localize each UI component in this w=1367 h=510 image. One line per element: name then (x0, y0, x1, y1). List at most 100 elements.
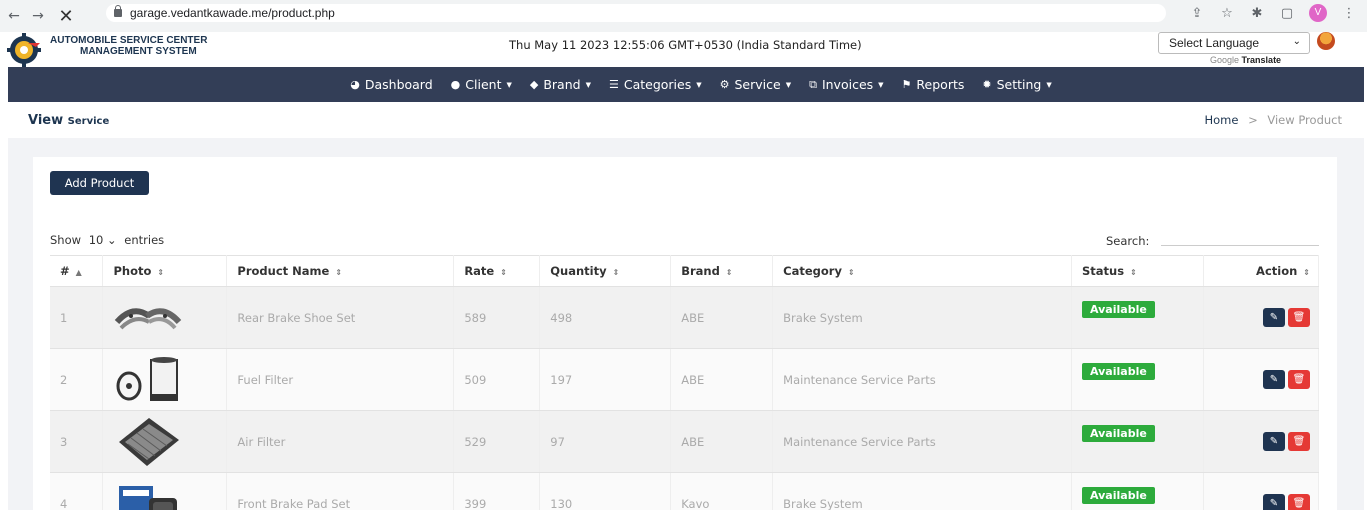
cell-brand: ABE (670, 286, 774, 349)
add-product-button[interactable]: Add Product (50, 171, 149, 195)
forward-icon[interactable]: → (28, 8, 48, 24)
sort-icon: ⇕ (335, 268, 343, 277)
trash-icon: 🗑 (1292, 374, 1306, 385)
cell-actions: ✎ 🗑 (1203, 348, 1320, 411)
main-navbar: ◕ Dashboard ● Client ▼ ◆ Brand ▼ ☰ Categ… (8, 67, 1364, 102)
logo-gear-icon (7, 33, 41, 67)
delete-button[interactable]: 🗑 (1288, 432, 1310, 451)
search-input[interactable] (1161, 232, 1319, 246)
cell-actions: ✎ 🗑 (1203, 472, 1320, 510)
star-icon[interactable]: ☆ (1219, 6, 1235, 21)
nav-categories[interactable]: ☰ Categories ▼ (609, 77, 702, 92)
nav-dashboard[interactable]: ◕ Dashboard (350, 77, 432, 92)
language-select[interactable]: Select Language ⌄ (1158, 32, 1310, 54)
menu-icon[interactable]: ⋮ (1341, 6, 1357, 21)
cell-rate: 509 (453, 348, 541, 411)
current-datetime: Thu May 11 2023 12:55:06 GMT+0530 (India… (509, 38, 862, 52)
cell-category: Brake System (772, 472, 1073, 510)
col-header-brand[interactable]: Brand ⇕ (670, 255, 774, 287)
cell-quantity: 197 (539, 348, 672, 411)
fuel-filter-image (116, 356, 179, 401)
share-icon[interactable]: ⇪ (1189, 6, 1205, 21)
dashboard-icon: ◕ (350, 78, 360, 91)
cell-photo (102, 348, 228, 411)
gear-icon: ✹ (982, 78, 992, 91)
nav-service[interactable]: ⚙ Service ▼ (720, 77, 791, 92)
table-row: 4 Front Brake Pad Set 399 130 Kavo Brake… (50, 472, 1320, 510)
cell-status: Available (1071, 286, 1204, 349)
edit-button[interactable]: ✎ (1263, 494, 1285, 510)
nav-reports[interactable]: ⚑ Reports (902, 77, 965, 92)
col-header-rate[interactable]: Rate ⇕ (453, 255, 541, 287)
status-badge: Available (1082, 425, 1155, 442)
cell-photo (102, 286, 228, 349)
cell-brand: ABE (670, 348, 774, 411)
list-icon: ☰ (608, 78, 619, 91)
cell-status: Available (1071, 472, 1204, 510)
profile-avatar[interactable]: V (1309, 4, 1327, 22)
stop-icon[interactable]: ✕ (56, 6, 76, 27)
nav-invoices[interactable]: ⧉ Invoices ▼ (809, 77, 883, 92)
col-header-product-name[interactable]: Product Name ⇕ (226, 255, 455, 287)
cell-category: Maintenance Service Parts (772, 410, 1073, 473)
extensions-icon[interactable]: ✱ (1249, 6, 1265, 21)
back-icon[interactable]: ← (4, 8, 24, 24)
edit-button[interactable]: ✎ (1263, 370, 1285, 389)
caret-down-icon: ▼ (585, 80, 591, 89)
delete-button[interactable]: 🗑 (1288, 308, 1310, 327)
user-icon: ● (450, 78, 461, 91)
cell-num: 2 (50, 348, 104, 411)
table-row: 3 Air Filter 529 97 ABE Maintenance Serv… (50, 410, 1320, 473)
breadcrumb-home[interactable]: Home (1204, 113, 1238, 127)
flag-icon: ⚑ (901, 78, 912, 91)
caret-down-icon: ▼ (1046, 80, 1052, 89)
trash-icon: 🗑 (1292, 436, 1306, 447)
cell-product-name: Fuel Filter (226, 348, 455, 411)
cell-rate: 529 (453, 410, 541, 473)
cell-num: 3 (50, 410, 104, 473)
cell-num: 1 (50, 286, 104, 349)
col-header-action[interactable]: Action ⇕ (1203, 255, 1320, 287)
col-header-category[interactable]: Category ⇕ (772, 255, 1073, 287)
product-table: # ▲ Photo ⇕ Product Name ⇕ Rate ⇕ Quantity ⇕ … (50, 255, 1320, 510)
cell-photo (102, 410, 228, 473)
translate-logo-icon (1317, 32, 1335, 50)
caret-down-icon: ▼ (696, 80, 702, 89)
col-header-quantity[interactable]: Quantity ⇕ (539, 255, 672, 287)
delete-button[interactable]: 🗑 (1288, 370, 1310, 389)
copy-icon: ⧉ (809, 77, 817, 91)
lock-icon (114, 5, 122, 17)
entries-select[interactable]: 10 ⌄ (89, 233, 117, 247)
site-header: AUTOMOBILE SERVICE CENTER MANAGEMENT SYS… (0, 32, 1367, 68)
address-bar[interactable]: garage.vedantkawade.me/product.php (106, 4, 1166, 22)
edit-button[interactable]: ✎ (1263, 308, 1285, 327)
delete-button[interactable]: 🗑 (1288, 494, 1310, 510)
breadcrumb: Home > View Product (1204, 113, 1342, 127)
col-header-num[interactable]: # ▲ (50, 255, 104, 287)
brake-shoe-image (115, 307, 182, 329)
status-badge: Available (1082, 363, 1155, 380)
sort-icon: ⇕ (1303, 268, 1310, 277)
nav-client[interactable]: ● Client ▼ (451, 77, 512, 92)
edit-button[interactable]: ✎ (1263, 432, 1285, 451)
nav-setting[interactable]: ✹ Setting ▼ (982, 77, 1051, 92)
sort-icon: ⇕ (500, 268, 507, 277)
sidepanel-icon[interactable]: ▢ (1279, 6, 1295, 21)
page-title-bar: View Service Home > View Product (8, 102, 1364, 138)
col-header-status[interactable]: Status ⇕ (1071, 255, 1204, 287)
nav-brand[interactable]: ◆ Brand ▼ (530, 77, 591, 92)
url-text: garage.vedantkawade.me/product.php (130, 6, 335, 20)
col-header-photo[interactable]: Photo ⇕ (102, 255, 228, 287)
brake-pad-image (119, 485, 178, 510)
cell-actions: ✎ 🗑 (1203, 410, 1320, 473)
cell-product-name: Air Filter (226, 410, 455, 473)
cell-status: Available (1071, 410, 1204, 473)
cell-product-name: Rear Brake Shoe Set (226, 286, 455, 349)
caret-down-icon: ▼ (878, 80, 884, 89)
entries-length: Show 10 ⌄ entries (50, 233, 165, 247)
pencil-icon: ✎ (1269, 312, 1279, 323)
cell-status: Available (1071, 348, 1204, 411)
cell-rate: 589 (453, 286, 541, 349)
chevron-down-icon: ⌄ (1292, 36, 1301, 47)
sort-icon: ⇕ (847, 268, 855, 277)
